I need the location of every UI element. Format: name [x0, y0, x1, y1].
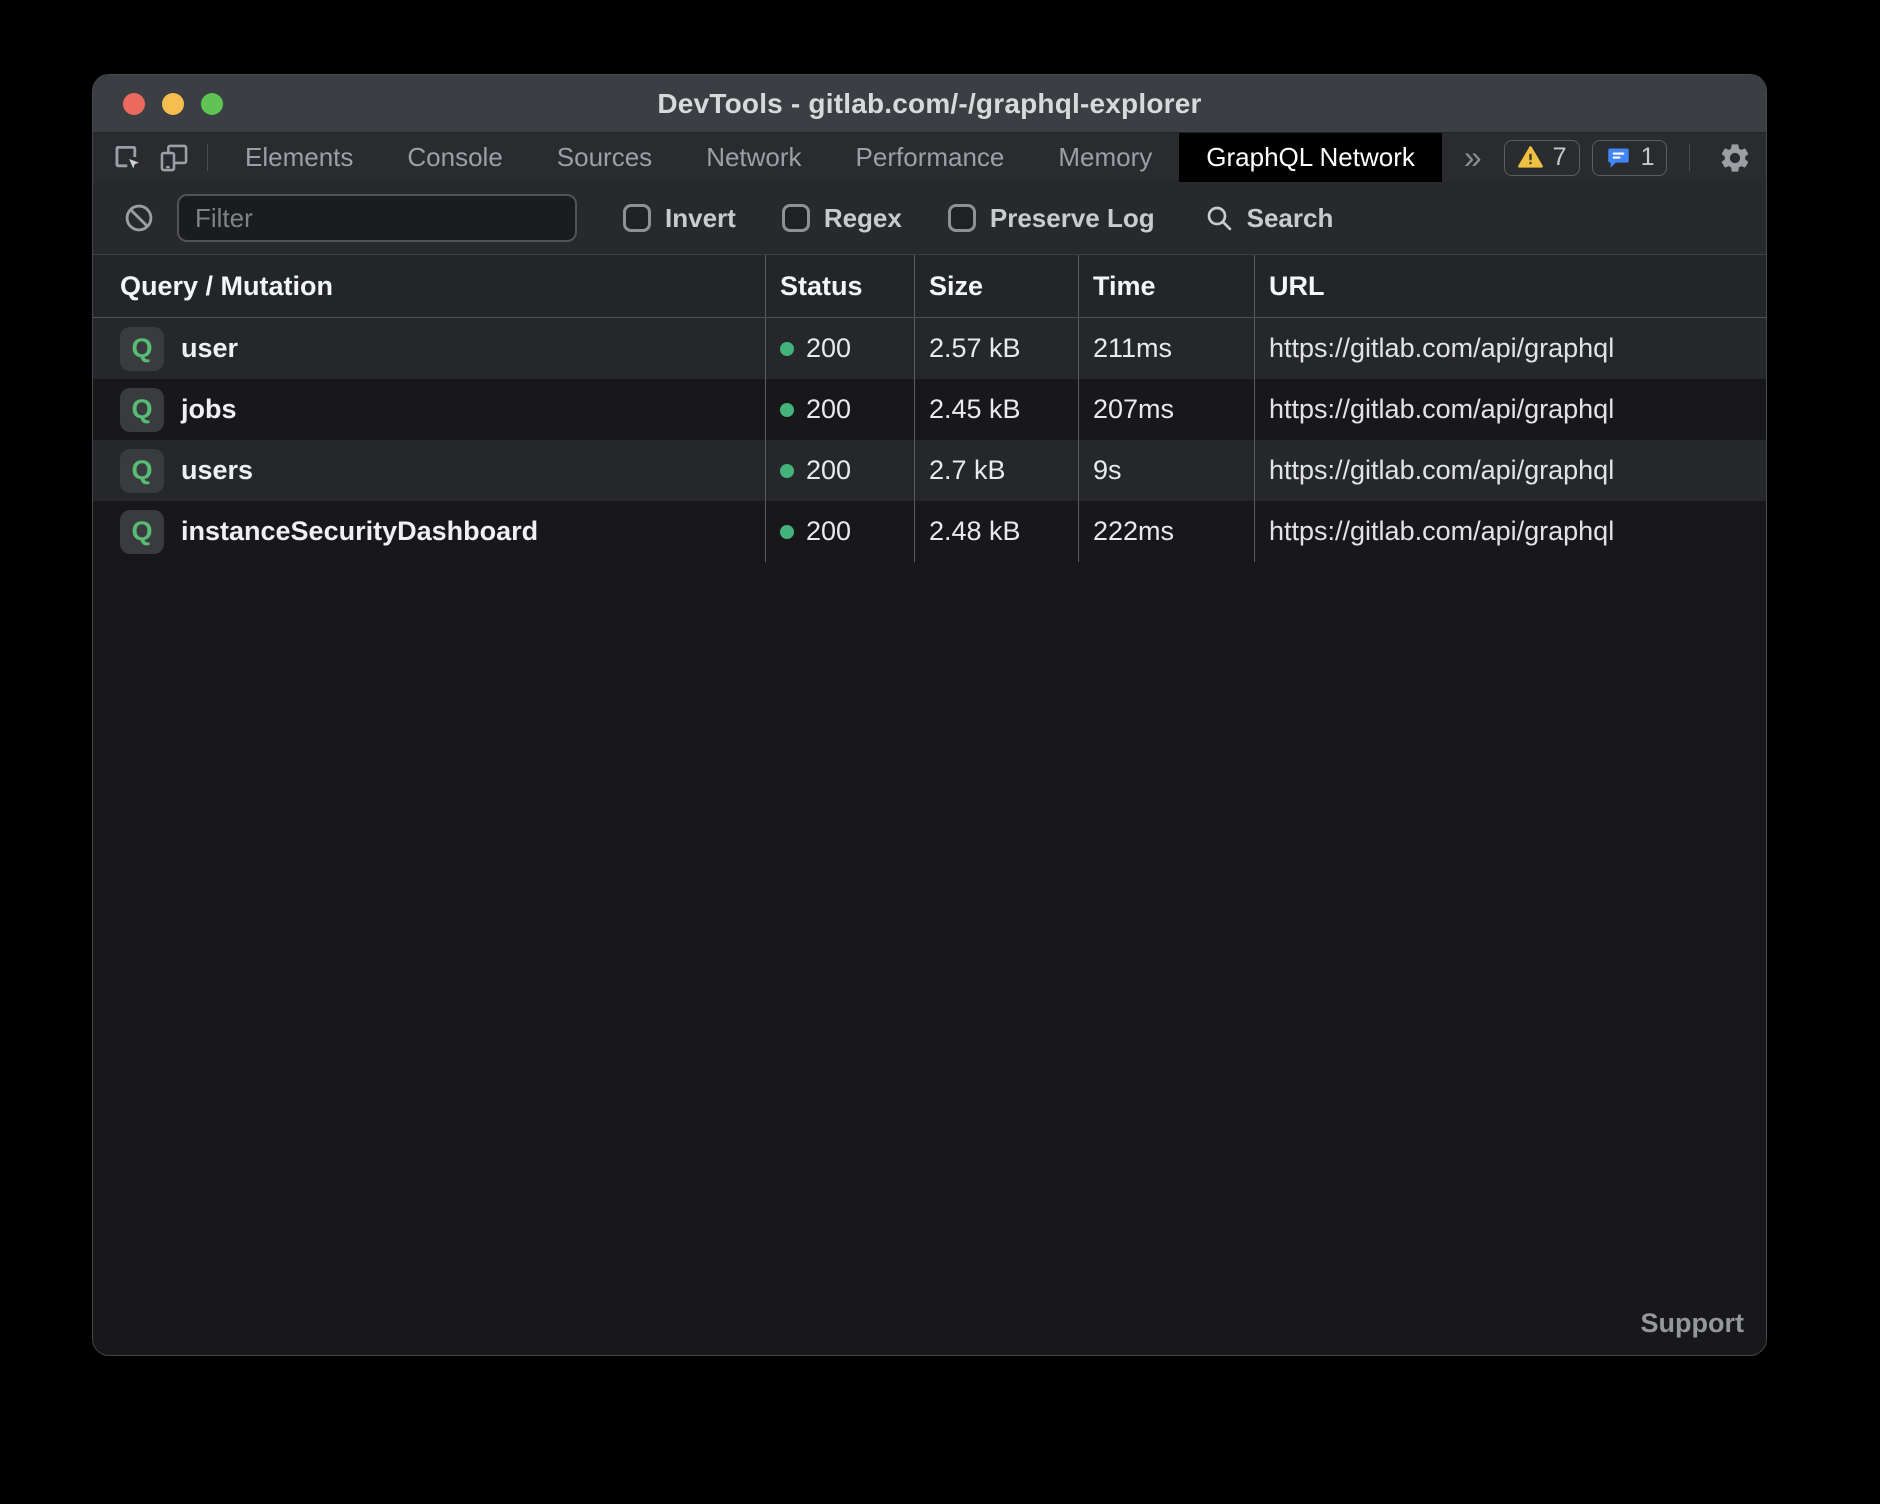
query-type-badge: Q — [120, 510, 164, 554]
more-tabs-chevron-icon[interactable]: » — [1442, 133, 1504, 182]
device-toolbar-icon[interactable] — [151, 133, 197, 182]
request-url: https://gitlab.com/api/graphql — [1269, 516, 1614, 547]
tab-memory[interactable]: Memory — [1031, 133, 1179, 182]
tab-console[interactable]: Console — [380, 133, 529, 182]
message-count: 1 — [1641, 143, 1655, 172]
query-name: jobs — [181, 394, 237, 425]
status-ok-dot-icon — [780, 403, 794, 417]
filter-input[interactable] — [177, 194, 577, 242]
devtools-tab-strip: Elements Console Sources Network Perform… — [93, 132, 1766, 182]
zoom-button[interactable] — [201, 93, 223, 115]
toolbar-separator — [207, 144, 208, 171]
status-ok-dot-icon — [780, 342, 794, 356]
status-ok-dot-icon — [780, 464, 794, 478]
tool-icons — [93, 133, 218, 182]
status-ok-dot-icon — [780, 525, 794, 539]
response-size: 2.7 kB — [929, 455, 1006, 486]
warning-count: 7 — [1553, 143, 1567, 172]
response-size: 2.48 kB — [929, 516, 1021, 547]
search-icon — [1203, 202, 1235, 234]
response-size: 2.45 kB — [929, 394, 1021, 425]
status-code: 200 — [806, 455, 851, 486]
minimize-button[interactable] — [162, 93, 184, 115]
query-name: user — [181, 333, 238, 364]
issues-badge[interactable]: 1 — [1592, 140, 1668, 176]
column-header-url[interactable]: URL — [1254, 255, 1766, 317]
table-header: Query / Mutation Status Size Time URL — [93, 255, 1766, 318]
toolbar-separator — [1689, 144, 1690, 171]
warnings-badge[interactable]: 7 — [1504, 140, 1580, 176]
request-url: https://gitlab.com/api/graphql — [1269, 394, 1614, 425]
invert-checkbox[interactable] — [623, 204, 651, 232]
request-url: https://gitlab.com/api/graphql — [1269, 333, 1614, 364]
response-time: 207ms — [1093, 394, 1174, 425]
query-name: instanceSecurityDashboard — [181, 516, 538, 547]
preserve-log-label: Preserve Log — [990, 203, 1155, 234]
search-control[interactable]: Search — [1203, 202, 1334, 234]
settings-gear-icon[interactable] — [1712, 141, 1758, 175]
search-label: Search — [1247, 203, 1334, 234]
invert-checkbox-group: Invert — [623, 203, 736, 234]
table-row[interactable]: Q jobs 200 2.45 kB 207ms https://gitlab.… — [93, 379, 1766, 440]
status-code: 200 — [806, 516, 851, 547]
warning-icon — [1517, 144, 1544, 171]
table-row[interactable]: Q user 200 2.57 kB 211ms https://gitlab.… — [93, 318, 1766, 379]
query-type-badge: Q — [120, 449, 164, 493]
status-code: 200 — [806, 333, 851, 364]
tab-network[interactable]: Network — [679, 133, 828, 182]
column-header-time[interactable]: Time — [1078, 255, 1254, 317]
column-header-size[interactable]: Size — [914, 255, 1078, 317]
support-link[interactable]: Support — [1641, 1308, 1744, 1339]
title-bar: DevTools - gitlab.com/-/graphql-explorer — [93, 75, 1766, 132]
tabbar-right-controls: 7 1 — [1504, 133, 1766, 182]
tab-performance[interactable]: Performance — [829, 133, 1032, 182]
invert-label: Invert — [665, 203, 736, 234]
tab-elements[interactable]: Elements — [218, 133, 380, 182]
preserve-log-checkbox[interactable] — [948, 204, 976, 232]
table-row[interactable]: Q instanceSecurityDashboard 200 2.48 kB … — [93, 501, 1766, 562]
query-type-badge: Q — [120, 327, 164, 371]
message-icon — [1605, 144, 1632, 171]
results-panel-empty-area: Support — [93, 562, 1766, 1355]
response-time: 9s — [1093, 455, 1122, 486]
window-title: DevTools - gitlab.com/-/graphql-explorer — [657, 88, 1201, 120]
traffic-lights — [123, 75, 223, 132]
column-header-query-mutation[interactable]: Query / Mutation — [93, 255, 765, 317]
regex-checkbox-group: Regex — [782, 203, 902, 234]
response-time: 222ms — [1093, 516, 1174, 547]
preserve-log-checkbox-group: Preserve Log — [948, 203, 1155, 234]
query-type-badge: Q — [120, 388, 164, 432]
block-clear-icon[interactable] — [119, 201, 159, 235]
response-size: 2.57 kB — [929, 333, 1021, 364]
regex-checkbox[interactable] — [782, 204, 810, 232]
query-name: users — [181, 455, 253, 486]
filter-toolbar: Invert Regex Preserve Log Search — [93, 182, 1766, 255]
table-row[interactable]: Q users 200 2.7 kB 9s https://gitlab.com… — [93, 440, 1766, 501]
tab-sources[interactable]: Sources — [530, 133, 679, 182]
column-header-status[interactable]: Status — [765, 255, 914, 317]
tab-graphql-network[interactable]: GraphQL Network — [1179, 133, 1442, 182]
status-code: 200 — [806, 394, 851, 425]
regex-label: Regex — [824, 203, 902, 234]
devtools-window: DevTools - gitlab.com/-/graphql-explorer… — [93, 75, 1766, 1355]
close-button[interactable] — [123, 93, 145, 115]
request-url: https://gitlab.com/api/graphql — [1269, 455, 1614, 486]
response-time: 211ms — [1093, 333, 1172, 364]
inspect-element-icon[interactable] — [105, 133, 151, 182]
